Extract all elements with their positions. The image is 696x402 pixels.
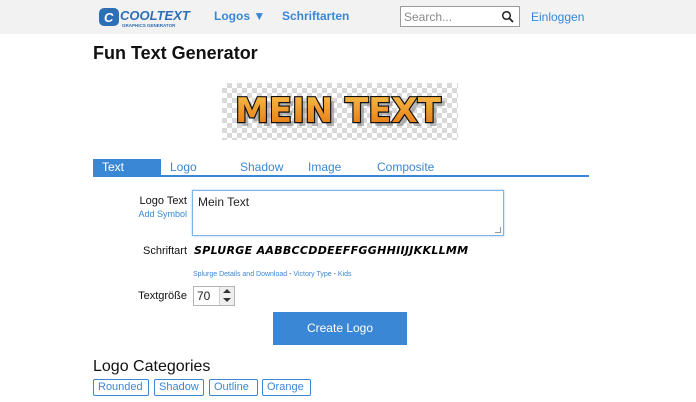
text-size-label: Textgröße xyxy=(138,290,187,302)
search-icon[interactable] xyxy=(501,10,515,24)
cooltext-logo[interactable]: C COOLTEXT GRAPHICS GENERATOR xyxy=(98,5,194,29)
increment-arrow-icon[interactable] xyxy=(220,287,234,296)
login-link[interactable]: Einloggen xyxy=(531,10,584,24)
category-orange-button[interactable]: Orange xyxy=(262,379,311,396)
search-box xyxy=(400,6,520,27)
category-rounded-button[interactable]: Rounded xyxy=(93,379,149,396)
search-input[interactable] xyxy=(404,9,500,24)
logo-categories-heading: Logo Categories xyxy=(93,358,211,375)
resize-handle-icon[interactable] xyxy=(495,227,501,233)
preview-text: MEIN TEXT xyxy=(235,91,442,131)
tab-text[interactable]: Text xyxy=(93,159,161,175)
text-size-input[interactable] xyxy=(197,289,219,303)
top-header: C COOLTEXT GRAPHICS GENERATOR Logos ▼ Sc… xyxy=(0,0,696,34)
tab-image[interactable]: Image xyxy=(308,159,341,175)
add-symbol-link[interactable]: Add Symbol xyxy=(138,209,187,219)
editor-tabs: Text Logo Shadow Image Composite xyxy=(93,159,589,177)
tab-composite[interactable]: Composite xyxy=(377,159,434,175)
font-links: Splurge Details and Download - Victory T… xyxy=(193,271,352,278)
page-title: Fun Text Generator xyxy=(93,43,258,63)
font-author-link[interactable]: Victory Type xyxy=(293,271,331,278)
tab-logo[interactable]: Logo xyxy=(170,159,197,175)
tab-shadow[interactable]: Shadow xyxy=(240,159,283,175)
logo-text-box: Mein Text xyxy=(192,190,504,236)
svg-text:C: C xyxy=(104,10,114,25)
font-label: Schriftart xyxy=(142,245,187,257)
logo-text-field[interactable]: Mein Text xyxy=(193,191,503,235)
font-details-link[interactable]: Splurge Details and Download xyxy=(193,271,287,278)
stepper-buttons xyxy=(219,287,234,305)
logo-preview[interactable]: MEIN TEXT MEIN TEXT xyxy=(222,83,458,140)
nav-logos-dropdown[interactable]: Logos ▼ xyxy=(214,9,265,23)
nav-fonts-link[interactable]: Schriftarten xyxy=(282,9,349,23)
category-outline-button[interactable]: Outline xyxy=(209,379,258,396)
logo-text-label: Logo Text xyxy=(139,195,187,207)
font-category-link[interactable]: Kids xyxy=(338,271,352,278)
font-sample-preview[interactable]: SPLURGE AABBCCDDEEFFGGHHIIJJKKLLMM xyxy=(194,244,468,257)
create-logo-button[interactable]: Create Logo xyxy=(273,312,407,345)
text-size-stepper xyxy=(193,286,235,306)
category-shadow-button[interactable]: Shadow xyxy=(154,379,204,396)
decrement-arrow-icon[interactable] xyxy=(220,296,234,305)
logo-wordmark: COOLTEXT xyxy=(120,8,191,23)
logo-subtitle: GRAPHICS GENERATOR xyxy=(122,23,176,28)
